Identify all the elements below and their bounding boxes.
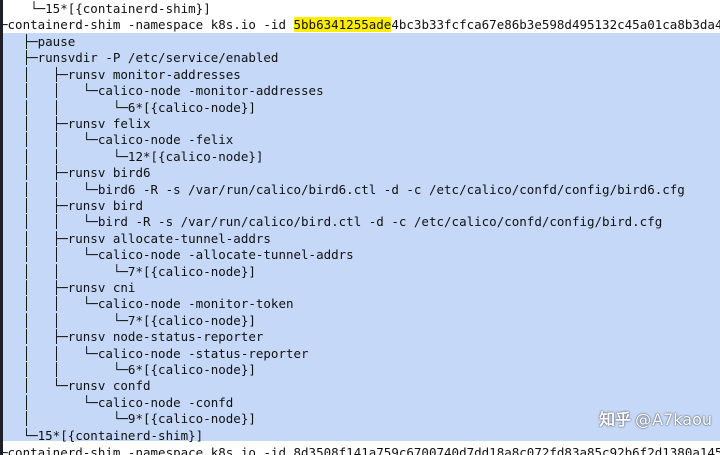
zhihu-logo: 知乎 bbox=[599, 410, 632, 429]
tree-line: └─15*[{containerd-shim}] bbox=[0, 427, 204, 443]
tree-line: │ │ └─7*[{calico-node}] bbox=[0, 263, 256, 279]
tree-line: │ │ └─6*[{calico-node}] bbox=[0, 99, 256, 115]
tree-line: │ │ └─6*[{calico-node}] bbox=[0, 362, 256, 377]
highlighted-container-id: 5bb6341255ade bbox=[293, 17, 392, 32]
terminal-window[interactable]: └─15*[{containerd-shim}] ─containerd-shi… bbox=[0, 0, 720, 455]
terminal-line-shim: ─containerd-shim -namespace k8s.io -id 5… bbox=[0, 17, 720, 33]
tree-line: ├─runsvdir -P /etc/service/enabled bbox=[0, 50, 279, 66]
tree-line: │ ├─runsv felix bbox=[0, 116, 151, 131]
terminal-line-top: └─15*[{containerd-shim}] bbox=[0, 1, 211, 16]
tree-line: │ │ └─calico-node -monitor-addresses bbox=[0, 83, 324, 99]
tree-line: │ ├─runsv monitor-addresses bbox=[0, 66, 241, 82]
tree-line: │ │ └─calico-node -felix bbox=[0, 132, 234, 148]
terminal-line-bottom: ─containerd-shim -namespace k8s.io -id 8… bbox=[0, 445, 720, 455]
container-id-rest: 4bc3b33fcfca67e86b3e598d495132c45a01ca8b… bbox=[391, 17, 720, 32]
tree-line: │ │ └─12*[{calico-node}] bbox=[0, 148, 264, 164]
tree-line: │ ├─runsv cni bbox=[0, 280, 136, 295]
tree-line: │ │ └─7*[{calico-node}] bbox=[0, 312, 256, 328]
shim-command-prefix: ─containerd-shim -namespace k8s.io -id bbox=[0, 17, 294, 32]
tree-line: │ │ └─bird6 -R -s /var/run/calico/bird6.… bbox=[0, 181, 685, 197]
tree-line: │ │ └─bird -R -s /var/run/calico/bird.ct… bbox=[0, 214, 663, 230]
tree-line: │ │ └─calico-node -monitor-token bbox=[0, 296, 294, 312]
tree-line: │ │ └─calico-node -allocate-tunnel-addrs bbox=[0, 247, 354, 263]
tree-line: │ │ └─calico-node -status-reporter bbox=[0, 345, 309, 361]
watermark-handle: A7kaou bbox=[652, 410, 712, 429]
tree-line: │ ├─runsv bird6 bbox=[0, 165, 151, 181]
tree-line: │ └─9*[{calico-node}] bbox=[0, 411, 256, 427]
tree-line: │ └─calico-node -confd bbox=[0, 394, 234, 410]
tree-line: ├─pause bbox=[0, 34, 76, 49]
watermark-at: @ bbox=[635, 410, 652, 429]
tree-line: │ └─runsv confd bbox=[0, 378, 151, 394]
terminal-left-edge bbox=[0, 0, 3, 455]
tree-line: │ ├─runsv allocate-tunnel-addrs bbox=[0, 230, 271, 246]
zhihu-watermark: 知乎 @A7kaou bbox=[599, 409, 712, 431]
tree-line: │ ├─runsv bird bbox=[0, 198, 143, 213]
tree-line: │ ├─runsv node-status-reporter bbox=[0, 329, 264, 345]
